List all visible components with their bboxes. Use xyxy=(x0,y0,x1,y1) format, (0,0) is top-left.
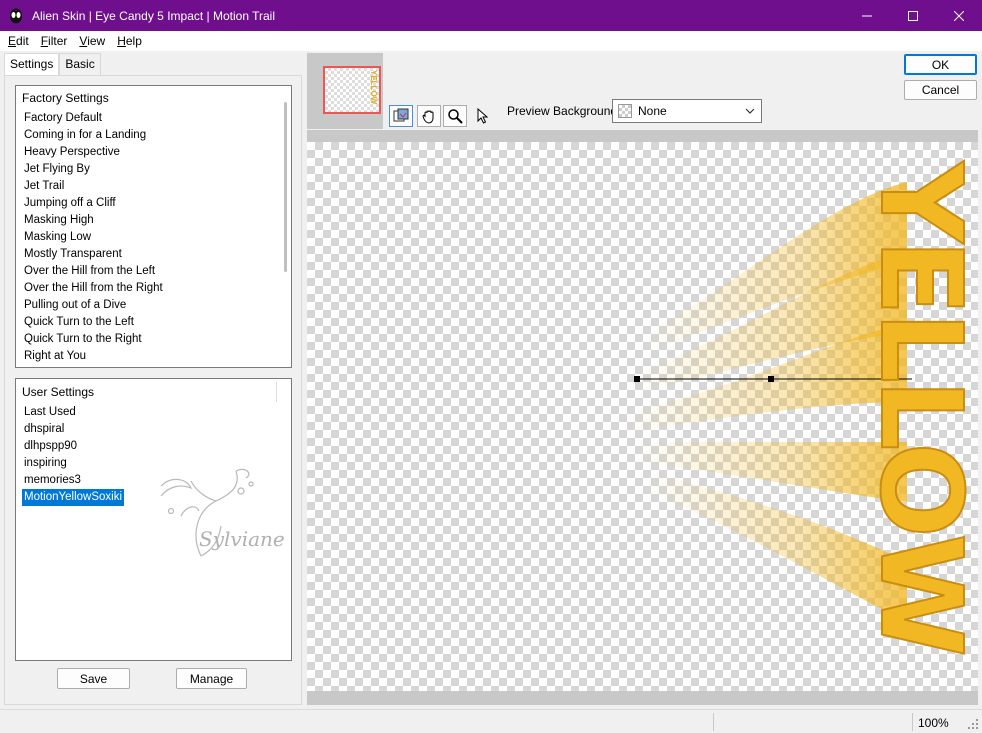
preview-toggle-icon xyxy=(393,108,409,122)
user-preset-item[interactable]: memories3 xyxy=(22,472,124,489)
user-settings-items: Last Used dhspiral dlhpspp90 inspiring memor… xyxy=(22,404,125,506)
thumbnail-text: YELLOW xyxy=(369,70,378,105)
preview-background-label: Preview Background: xyxy=(507,104,621,118)
svg-text:Sylviane: Sylviane xyxy=(199,527,285,551)
user-preset-item[interactable]: dlhpspp90 xyxy=(22,438,124,455)
menu-edit[interactable]: Edit xyxy=(4,34,33,48)
factory-preset-item[interactable]: Quick Turn to the Left xyxy=(22,314,165,331)
settings-tabs: Settings Basic xyxy=(4,53,101,75)
yellow-text: YELLOW xyxy=(855,160,978,655)
minimize-button[interactable] xyxy=(844,0,890,31)
minimize-icon xyxy=(862,15,872,16)
resize-grip-icon[interactable] xyxy=(967,718,979,730)
zoom-level: 100% xyxy=(918,716,949,730)
maximize-icon xyxy=(908,10,918,21)
cancel-button[interactable]: Cancel xyxy=(904,80,977,100)
factory-preset-item[interactable]: Over the Hill from the Left xyxy=(22,263,165,280)
user-preset-item[interactable]: Last Used xyxy=(22,404,124,421)
status-bar: 100% xyxy=(0,709,982,733)
user-settings-list[interactable]: User Settings Last Used dhspiral dlhpspp90… xyxy=(15,378,292,661)
close-button[interactable] xyxy=(936,0,982,31)
factory-preset-item[interactable]: Mostly Transparent xyxy=(22,246,165,263)
chevron-down-icon xyxy=(745,108,755,114)
factory-preset-item[interactable]: Coming in for a Landing xyxy=(22,127,165,144)
factory-settings-items: Factory Default Coming in for a Landing He… xyxy=(22,110,165,365)
factory-preset-item[interactable]: Pulling out of a Dive xyxy=(22,297,165,314)
factory-preset-item[interactable]: Masking Low xyxy=(22,229,165,246)
tab-basic[interactable]: Basic xyxy=(59,53,101,75)
preview-canvas[interactable]: YELLOW xyxy=(307,142,978,691)
factory-preset-item[interactable]: Masking High xyxy=(22,212,165,229)
direction-handle-mid xyxy=(768,376,774,382)
factory-preset-item[interactable]: Factory Default xyxy=(22,110,165,127)
menu-help[interactable]: Help xyxy=(113,34,146,48)
user-settings-header: User Settings xyxy=(22,385,95,399)
sylviane-watermark-logo: Sylviane xyxy=(160,468,285,557)
menu-bar: Edit Filter View Help xyxy=(0,31,982,51)
user-preset-item[interactable]: inspiring xyxy=(22,455,124,472)
motion-trail-preview: YELLOW xyxy=(627,159,978,656)
user-preset-item[interactable]: MotionYellowSoxiki xyxy=(22,489,125,506)
transparent-swatch-icon xyxy=(618,104,632,118)
preview-background-value: None xyxy=(638,104,667,118)
factory-settings-list[interactable]: Factory Settings Factory Default Coming i… xyxy=(15,85,292,368)
hand-tool-button[interactable] xyxy=(417,105,441,127)
factory-preset-item[interactable]: Heavy Perspective xyxy=(22,144,165,161)
factory-settings-header: Factory Settings xyxy=(22,91,109,105)
zoom-icon xyxy=(448,109,463,124)
menu-view[interactable]: View xyxy=(75,34,109,48)
pointer-tool-button[interactable] xyxy=(472,105,494,127)
zoom-tool-button[interactable] xyxy=(443,105,467,127)
factory-preset-item[interactable]: Right at You xyxy=(22,348,165,365)
navigator-thumbnail[interactable]: YELLOW xyxy=(323,66,381,114)
ok-button[interactable]: OK xyxy=(904,54,977,75)
factory-preset-item[interactable]: Quick Turn to the Right xyxy=(22,331,165,348)
direction-handle-start xyxy=(634,376,640,382)
menu-filter[interactable]: Filter xyxy=(37,34,72,48)
save-button[interactable]: Save xyxy=(57,668,130,689)
window-title: Alien Skin | Eye Candy 5 Impact | Motion… xyxy=(32,8,276,23)
manage-button[interactable]: Manage xyxy=(176,668,247,689)
alien-skin-app-icon[interactable] xyxy=(8,8,24,24)
factory-list-scrollbar[interactable] xyxy=(284,102,287,272)
hand-pan-icon xyxy=(422,110,434,124)
preview-toggle-button[interactable] xyxy=(389,105,413,127)
tab-settings[interactable]: Settings xyxy=(4,53,60,75)
user-preset-item[interactable]: dhspiral xyxy=(22,421,124,438)
maximize-button[interactable] xyxy=(890,0,936,31)
close-icon xyxy=(954,10,964,21)
preview-background-select[interactable]: None xyxy=(612,99,762,123)
title-bar: Alien Skin | Eye Candy 5 Impact | Motion… xyxy=(0,0,982,31)
factory-preset-item[interactable]: Jet Trail xyxy=(22,178,165,195)
factory-preset-item[interactable]: Jet Flying By xyxy=(22,161,165,178)
factory-preset-item[interactable]: Jumping off a Cliff xyxy=(22,195,165,212)
factory-preset-item[interactable]: Over the Hill from the Right xyxy=(22,280,165,297)
pointer-icon xyxy=(477,108,489,124)
